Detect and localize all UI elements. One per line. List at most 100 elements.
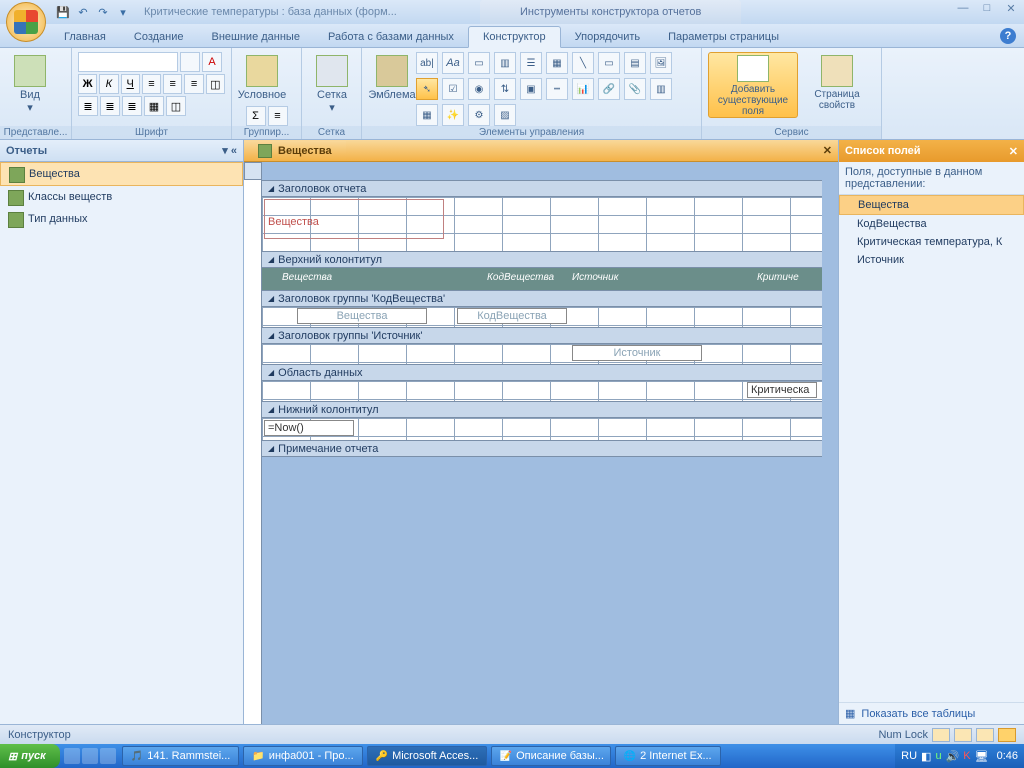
tray-icon-5[interactable]: 🖥 — [975, 750, 989, 763]
field-item-0[interactable]: Вещества — [839, 195, 1024, 215]
qat-dropdown-icon[interactable]: ▾ — [114, 3, 132, 21]
tab-design[interactable]: Конструктор — [468, 26, 561, 48]
tab-pagesetup[interactable]: Параметры страницы — [654, 27, 793, 47]
page-break-icon[interactable]: ┅ — [546, 78, 568, 100]
bold-button[interactable]: Ж — [78, 74, 97, 94]
close-icon[interactable]: ✕ — [1009, 145, 1018, 158]
hyperlink-icon[interactable]: 🔗 — [598, 78, 620, 100]
tray-icon-2[interactable]: u — [935, 750, 941, 762]
lang-indicator[interactable]: RU — [901, 750, 917, 762]
save-icon[interactable]: 💾 — [54, 3, 72, 21]
section-report-header[interactable]: Заголовок отчета — [262, 180, 822, 197]
document-tab[interactable]: Вещества — [244, 141, 346, 161]
nav-dropdown-icon[interactable]: ▾ « — [222, 144, 237, 157]
group1-field-2[interactable]: КодВещества — [457, 308, 567, 324]
view-layout-icon[interactable] — [976, 728, 994, 742]
tab-ctrl-icon[interactable]: ▣ — [520, 78, 542, 100]
align-center-icon[interactable]: ≡ — [163, 74, 182, 94]
view-button[interactable]: Вид▾ — [6, 52, 54, 118]
activex-icon[interactable]: ⚙ — [468, 104, 490, 126]
textbox-icon[interactable]: ab| — [416, 52, 438, 74]
redo-icon[interactable]: ↷ — [94, 3, 112, 21]
nav-item-classes[interactable]: Классы веществ — [0, 186, 243, 208]
totals-icon[interactable]: Σ — [246, 106, 266, 126]
help-icon[interactable]: ? — [1000, 28, 1016, 44]
tab-dbtools[interactable]: Работа с базами данных — [314, 27, 468, 47]
section-page-footer[interactable]: Нижний колонтитул — [262, 401, 822, 418]
ql-media-icon[interactable] — [100, 748, 116, 764]
property-sheet-button[interactable]: Страница свойств — [802, 52, 872, 118]
align-left-icon[interactable]: ≡ — [142, 74, 161, 94]
ql-ie-icon[interactable] — [64, 748, 80, 764]
tab-close-icon[interactable]: ✕ — [823, 144, 832, 157]
font-family-select[interactable] — [78, 52, 178, 72]
clock[interactable]: 0:46 — [997, 750, 1018, 762]
section-page-header[interactable]: Верхний колонтитул — [262, 251, 822, 268]
nav-header[interactable]: Отчеты ▾ « — [0, 140, 243, 162]
add-fields-button[interactable]: Добавить существующие поля — [708, 52, 798, 118]
title-label-control[interactable]: Вещества — [264, 199, 444, 239]
section-group1-header[interactable]: Заголовок группы 'КодВещества' — [262, 290, 822, 307]
section-report-footer[interactable]: Примечание отчета — [262, 440, 822, 457]
close-button[interactable]: ✕ — [1002, 2, 1020, 16]
undo-icon[interactable]: ↶ — [74, 3, 92, 21]
more1-icon[interactable]: ▥ — [650, 78, 672, 100]
taskbar-item-2[interactable]: 🔑 Microsoft Acces... — [367, 746, 487, 766]
tray-icon-1[interactable]: ◧ — [921, 750, 931, 763]
tab-external[interactable]: Внешние данные — [198, 27, 314, 47]
select-icon[interactable]: ➴ — [416, 78, 438, 100]
label-icon[interactable]: Aa — [442, 52, 464, 74]
grid-button[interactable]: Сетка▾ — [308, 52, 356, 118]
more2-icon[interactable]: ▦ — [416, 104, 438, 126]
attachment-icon[interactable]: 📎 — [624, 78, 646, 100]
tab-home[interactable]: Главная — [50, 27, 120, 47]
col-hdr-2[interactable]: КодВещества — [487, 272, 554, 283]
chart-icon[interactable]: 📊 — [572, 78, 594, 100]
design-surface[interactable]: Заголовок отчета Вещества Верхний колонт… — [262, 180, 838, 724]
minimize-button[interactable]: — — [954, 2, 972, 16]
ruler-corner[interactable] — [244, 162, 262, 180]
italic-button[interactable]: К — [99, 74, 118, 94]
tab-create[interactable]: Создание — [120, 27, 198, 47]
ql-desktop-icon[interactable] — [82, 748, 98, 764]
section-group2-header[interactable]: Заголовок группы 'Источник' — [262, 327, 822, 344]
taskbar-item-4[interactable]: 🌐 2 Internet Ex... — [615, 746, 721, 766]
start-button[interactable]: ⊞пуск — [0, 744, 60, 768]
check-icon[interactable]: ☑ — [442, 78, 464, 100]
detail-field-1[interactable]: Критическа — [747, 382, 817, 398]
align-btn2[interactable]: ≣ — [100, 96, 120, 116]
align-right-icon[interactable]: ≡ — [184, 74, 203, 94]
field-item-1[interactable]: КодВещества — [839, 215, 1024, 233]
toggle-icon[interactable]: ⇅ — [494, 78, 516, 100]
col-hdr-4[interactable]: Критиче — [757, 272, 799, 283]
gridlines-icon[interactable]: ▦ — [144, 96, 164, 116]
group1-field-1[interactable]: Вещества — [297, 308, 427, 324]
show-all-tables-link[interactable]: ▦Показать все таблицы — [839, 702, 1024, 724]
line-icon[interactable]: ╲ — [572, 52, 594, 74]
nav-item-substances[interactable]: Вещества — [0, 162, 243, 186]
conditional-button[interactable]: Условное — [238, 52, 286, 106]
taskbar-item-0[interactable]: 🎵 141. Rammstei... — [122, 746, 240, 766]
list-icon[interactable]: ☰ — [520, 52, 542, 74]
font-color-icon[interactable]: A — [202, 52, 222, 72]
line-color-icon[interactable]: ◫ — [166, 96, 186, 116]
section-detail[interactable]: Область данных — [262, 364, 822, 381]
bound-icon[interactable]: ▤ — [624, 52, 646, 74]
font-size-select[interactable] — [180, 52, 200, 72]
wizard-icon[interactable]: ✨ — [442, 104, 464, 126]
fill-color-icon[interactable]: ◫ — [206, 74, 225, 94]
more3-icon[interactable]: ▨ — [494, 104, 516, 126]
tray-icon-3[interactable]: 🔊 — [946, 750, 960, 763]
rect-icon[interactable]: ▭ — [598, 52, 620, 74]
footer-now-control[interactable]: =Now() — [264, 420, 354, 436]
col-hdr-3[interactable]: Источник — [572, 272, 618, 283]
underline-button[interactable]: Ч — [121, 74, 140, 94]
col-hdr-1[interactable]: Вещества — [282, 272, 332, 283]
taskbar-item-3[interactable]: 📝 Описание базы... — [491, 746, 611, 766]
field-list-header[interactable]: Список полей✕ — [839, 140, 1024, 162]
view-print-icon[interactable] — [954, 728, 972, 742]
group-sort-icon[interactable]: ≡ — [268, 106, 288, 126]
nav-item-datatype[interactable]: Тип данных — [0, 208, 243, 230]
maximize-button[interactable]: □ — [978, 2, 996, 16]
taskbar-item-1[interactable]: 📁 инфа001 - Про... — [243, 746, 362, 766]
